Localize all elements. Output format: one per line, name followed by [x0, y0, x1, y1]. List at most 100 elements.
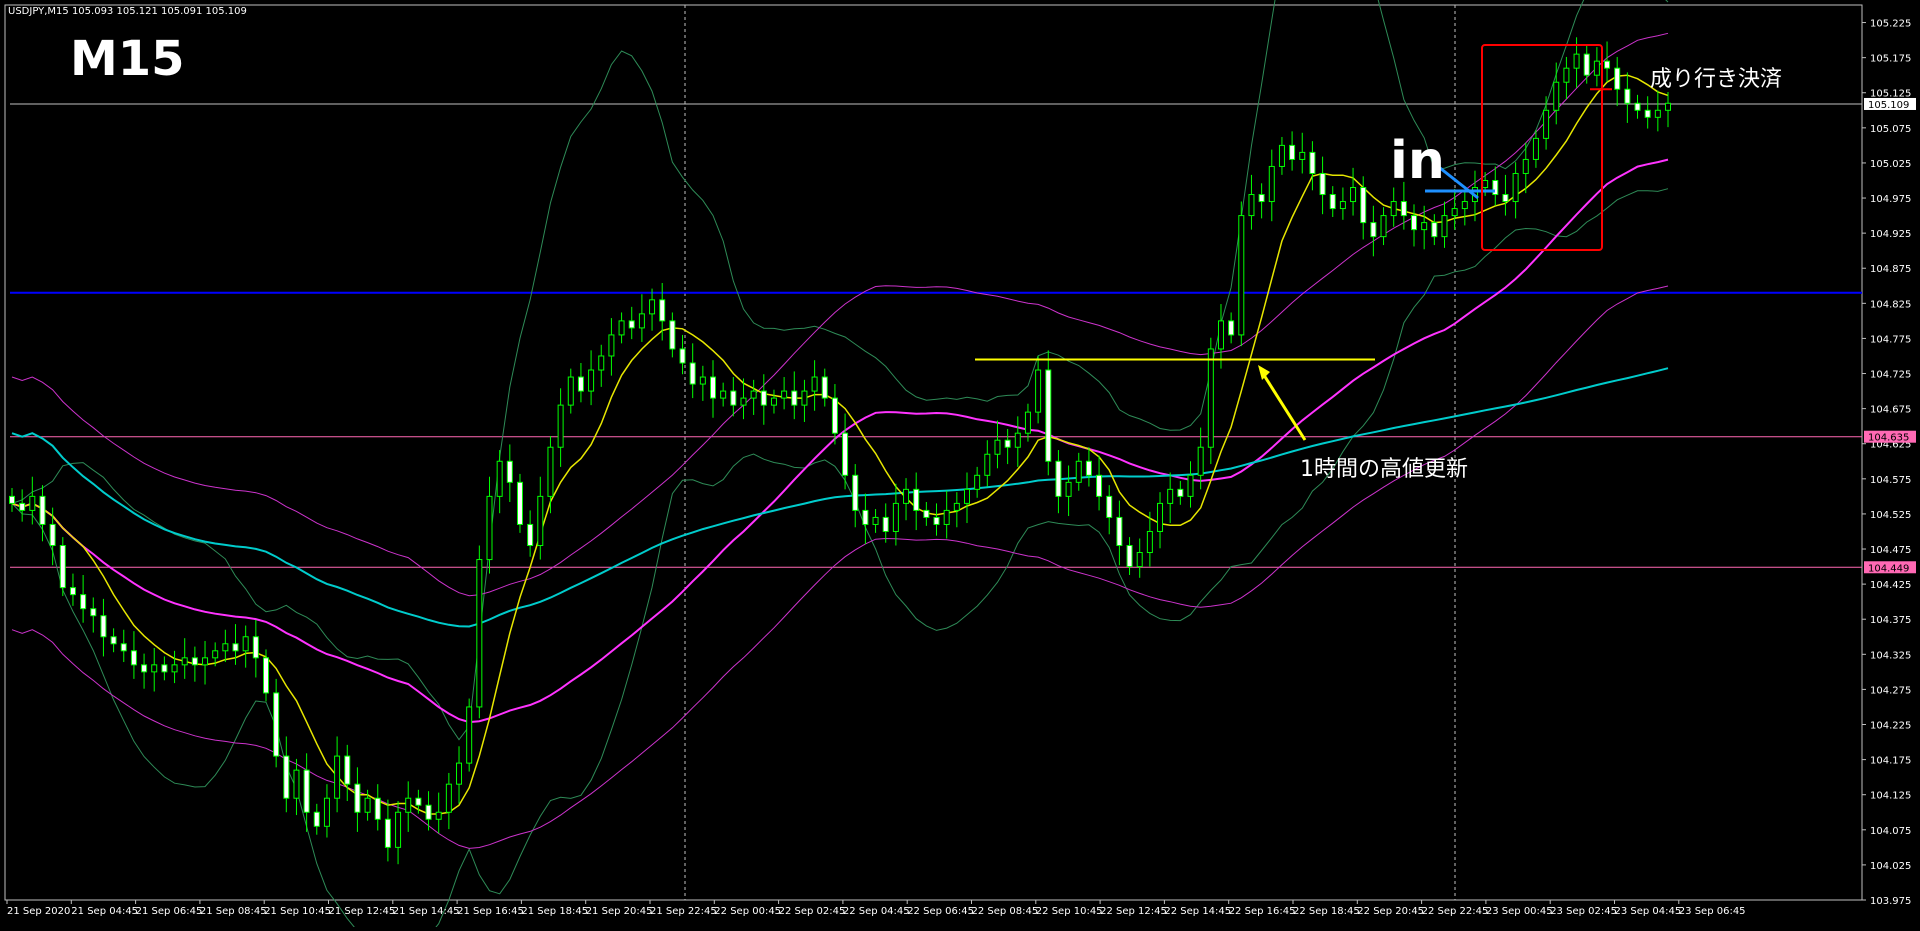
candle-down [1106, 495, 1113, 518]
candle-down [100, 615, 107, 638]
exit-label: 成り行き決済 [1650, 67, 1782, 92]
candle-down [161, 664, 168, 673]
candle-up [323, 797, 330, 827]
candle-up [1339, 201, 1346, 210]
candle-up [1035, 369, 1042, 413]
time-tick-label: 21 Sep 18:45 [521, 906, 588, 917]
price-tick-label: 104.575 [1870, 475, 1911, 486]
candle-down [1319, 172, 1326, 196]
candle-down [1431, 222, 1438, 238]
candle-down [577, 376, 584, 392]
candle-down [506, 460, 513, 483]
candle-down [1055, 460, 1062, 497]
price-tick-label: 104.475 [1870, 545, 1911, 556]
time-tick-label: 22 Sep 20:45 [1357, 906, 1424, 917]
candle-down [527, 523, 534, 547]
candle-up [395, 811, 402, 848]
price-tick-label: 104.275 [1870, 685, 1911, 696]
candle-up [456, 762, 463, 785]
candle-down [49, 523, 56, 547]
candle-down [415, 797, 422, 806]
candle-down [384, 818, 391, 848]
candle-up [435, 811, 442, 820]
candle-down [273, 692, 280, 757]
candle-up [1197, 446, 1204, 476]
candle-up [781, 390, 788, 399]
candle-up [1248, 194, 1255, 217]
price-label: 104.449 [1868, 563, 1909, 574]
time-tick-label: 22 Sep 12:45 [1100, 906, 1167, 917]
candle-down [1096, 474, 1103, 497]
price-chart[interactable]: 105.225105.175105.125105.075105.025104.9… [0, 0, 1920, 931]
candle-up [364, 797, 371, 813]
candle-up [801, 390, 808, 406]
time-tick-label: 21 Sep 14:45 [393, 906, 460, 917]
time-tick-label: 22 Sep 18:45 [1293, 906, 1360, 917]
candle-up [903, 488, 910, 504]
candle-down [252, 636, 259, 659]
candle-up [537, 495, 544, 547]
candle-up [151, 664, 158, 673]
candle-down [679, 348, 686, 364]
candle-up [1299, 151, 1306, 160]
candle-up [1217, 320, 1224, 350]
time-tick-label: 21 Sep 10:45 [264, 906, 331, 917]
candle-down [1309, 151, 1316, 174]
candle-up [212, 650, 219, 659]
price-tick-label: 105.225 [1870, 19, 1911, 30]
candle-up [1390, 201, 1397, 217]
candle-up [293, 769, 300, 799]
candle-up [1278, 144, 1285, 167]
candle-up [608, 334, 615, 357]
candle-down [1604, 60, 1611, 69]
candle-down [1126, 545, 1133, 568]
candle-up [242, 636, 249, 652]
candle-up [750, 390, 757, 399]
candle-up [1654, 109, 1661, 118]
candle-up [638, 313, 645, 329]
candle-down [80, 594, 87, 610]
time-tick-label: 22 Sep 22:45 [1422, 906, 1489, 917]
candle-up [974, 474, 981, 490]
price-tick-label: 104.175 [1870, 756, 1911, 767]
candle-down [1177, 488, 1184, 497]
time-tick-label: 21 Sep 06:45 [136, 906, 203, 917]
candle-down [628, 320, 635, 329]
candle-up [740, 397, 747, 406]
candle-up [872, 516, 879, 525]
candle-down [1258, 194, 1265, 203]
candle-up [1573, 53, 1580, 69]
candle-down [1370, 222, 1377, 238]
price-tick-label: 104.725 [1870, 370, 1911, 381]
chart-container[interactable]: 105.225 105.175 105.125 105.075 105.025 104.9… [0, 0, 1920, 931]
candle-down [689, 362, 696, 385]
candle-up [943, 509, 950, 525]
candle-up [181, 657, 188, 666]
time-tick-label: 22 Sep 06:45 [907, 906, 974, 917]
candle-down [1085, 460, 1092, 476]
candle-up [1421, 222, 1428, 231]
candle-up [222, 643, 229, 652]
candle-up [720, 390, 727, 399]
candle-up [1441, 215, 1448, 238]
candle-down [1583, 53, 1590, 76]
price-tick-label: 104.875 [1870, 264, 1911, 275]
candle-up [445, 783, 452, 813]
candle-up [202, 657, 209, 666]
candle-down [141, 664, 148, 673]
candle-down [710, 376, 717, 399]
candle-down [913, 488, 920, 511]
candle-down [1329, 194, 1336, 210]
candle-up [1512, 172, 1519, 203]
candle-down [1360, 187, 1367, 224]
candle-up [486, 495, 493, 561]
candle-up [1207, 348, 1214, 448]
price-tick-label: 104.325 [1870, 650, 1911, 661]
candle-down [90, 608, 97, 617]
candle-up [466, 706, 473, 764]
candle-down [862, 509, 869, 525]
candle-down [232, 643, 239, 652]
candle-up [496, 460, 503, 497]
candle-down [730, 390, 737, 406]
candle-up [1157, 502, 1164, 532]
